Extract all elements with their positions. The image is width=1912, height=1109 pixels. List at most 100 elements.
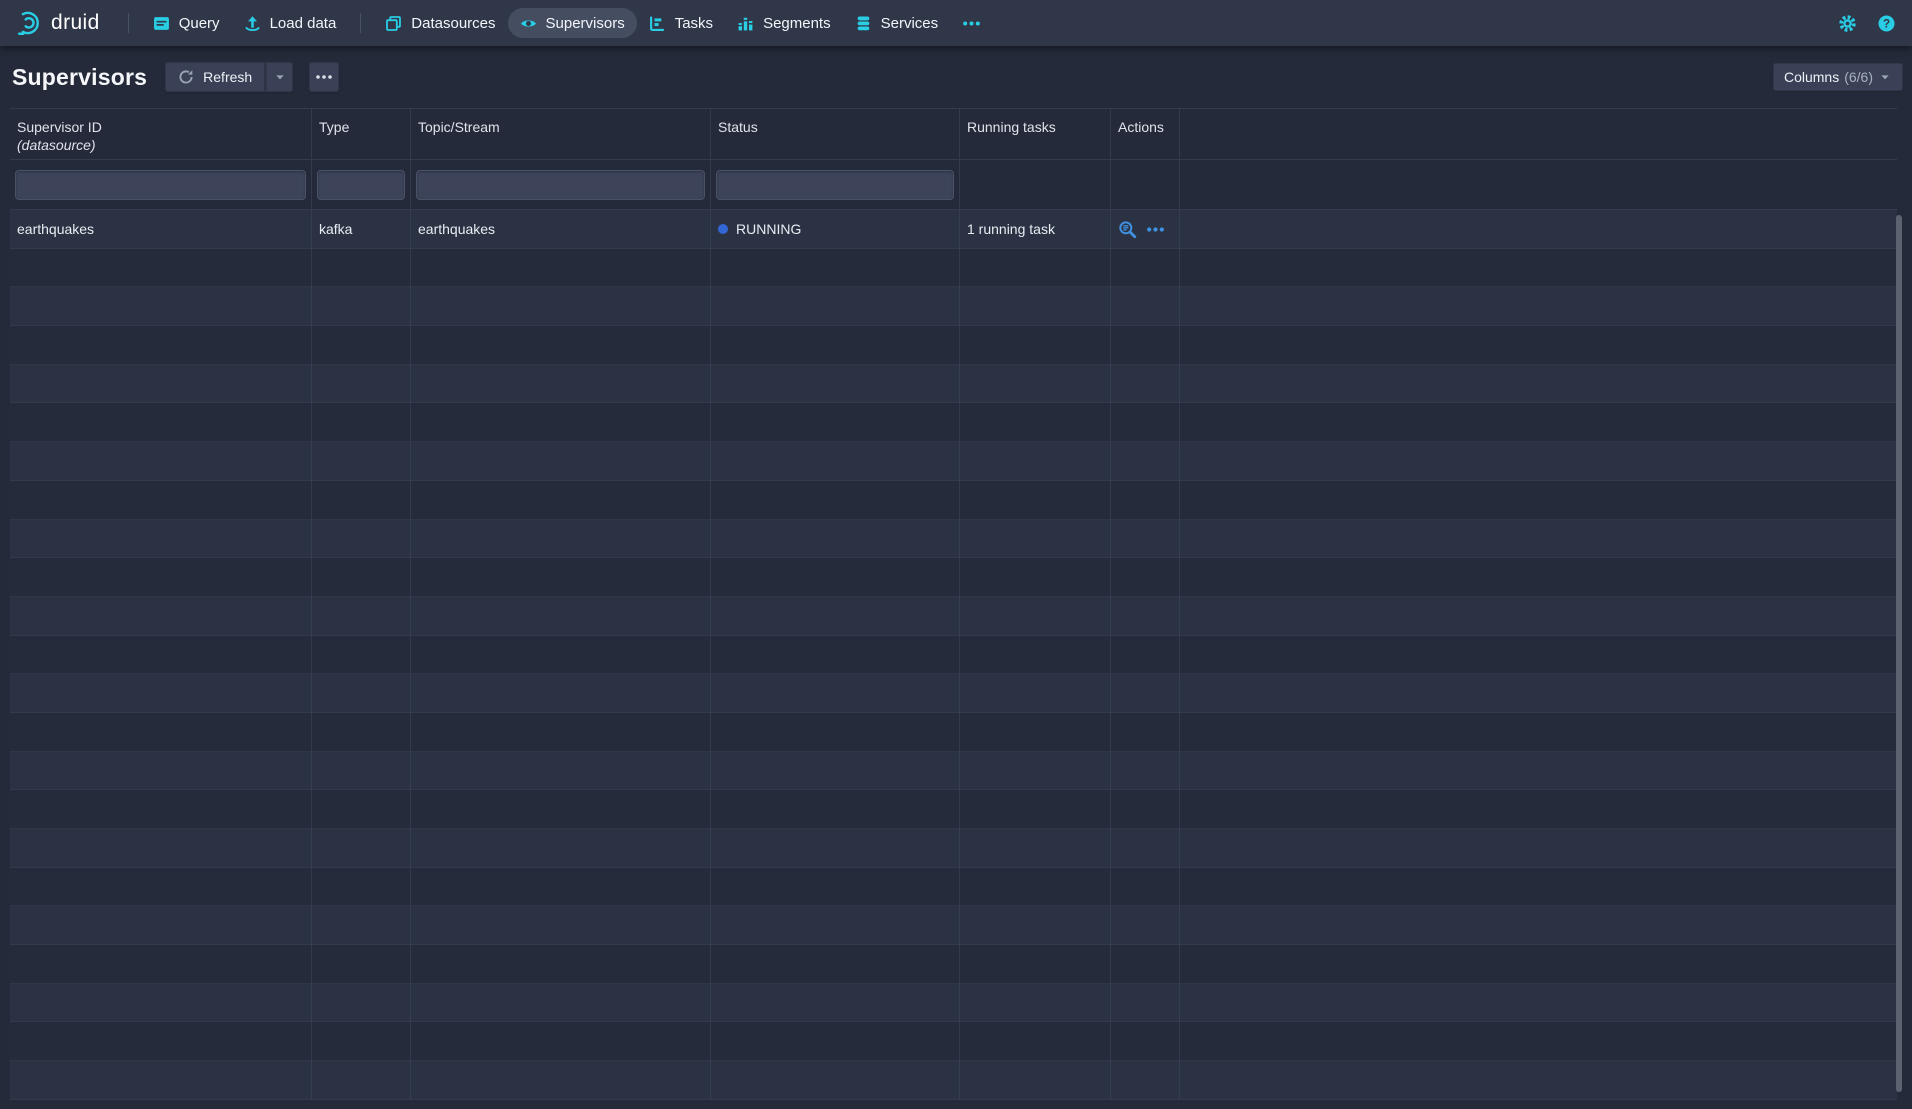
cell-topic-stream [410,984,710,1023]
druid-logo[interactable]: druid [14,9,100,37]
cell-actions [1110,790,1179,829]
column-header-type[interactable]: Type [311,109,410,159]
cell-supervisor-id [10,597,311,636]
refresh-interval-dropdown[interactable] [265,62,293,92]
table-row [10,790,1897,829]
cell-filler [1179,403,1897,442]
cell-supervisor-id[interactable]: earthquakes [10,210,311,249]
cell-filler [1179,287,1897,326]
column-header-sublabel: (datasource) [17,137,304,154]
cell-topic-stream [410,674,710,713]
nav-item-query[interactable]: Query [141,8,232,38]
top-nav: druid Query Load data Datasource [0,0,1912,46]
cell-topic-stream[interactable]: earthquakes [410,210,710,249]
column-header-topic-stream[interactable]: Topic/Stream [410,109,710,159]
cell-type [311,365,410,404]
cell-type[interactable]: kafka [311,210,410,249]
settings-button[interactable] [1838,14,1857,33]
nav-divider [128,13,129,33]
topic-stream-filter-input[interactable] [416,170,705,200]
cell-status [710,520,959,559]
cell-status [710,597,959,636]
cell-status [710,906,959,945]
nav-item-load-data[interactable]: Load data [232,8,349,38]
header-more-button[interactable] [309,62,339,92]
table-header-row: Supervisor ID (datasource) Type Topic/St… [10,108,1897,160]
table-row [10,984,1897,1023]
inspect-payload-icon[interactable] [1118,220,1137,239]
cell-topic-stream [410,906,710,945]
cell-status [710,1061,959,1100]
cell-filler [1179,829,1897,868]
cell-running-tasks [959,558,1110,597]
cell-supervisor-id [10,945,311,984]
cell-type [311,790,410,829]
cell-actions [1110,481,1179,520]
cell-type [311,752,410,791]
cell-filler [1179,520,1897,559]
column-header-supervisor-id[interactable]: Supervisor ID (datasource) [10,109,311,159]
cell-running-tasks [959,326,1110,365]
cell-topic-stream [410,249,710,288]
nav-item-tasks[interactable]: Tasks [637,8,725,38]
cell-filler [1179,1022,1897,1061]
vertical-scrollbar[interactable] [1896,215,1902,1092]
status-filter-input[interactable] [716,170,954,200]
cell-filler [1179,249,1897,288]
table-row [10,287,1897,326]
cell-status [710,945,959,984]
nav-item-segments[interactable]: Segments [725,8,843,38]
refresh-button[interactable]: Refresh [165,62,265,92]
cell-actions [1110,326,1179,365]
row-more-actions-icon[interactable] [1146,226,1165,233]
cell-type [311,597,410,636]
cell-running-tasks [959,984,1110,1023]
table-row [10,442,1897,481]
nav-item-datasources[interactable]: Datasources [373,8,507,38]
nav-item-label: Services [881,15,939,32]
help-icon: ? [1877,14,1896,33]
nav-more-button[interactable] [950,8,993,38]
table-row-earthquakes[interactable]: earthquakes kafka earthquakes RUNNING 1 … [10,210,1897,249]
filter-row [10,160,1897,210]
filter-cell [959,160,1110,210]
cell-supervisor-id [10,790,311,829]
nav-item-supervisors[interactable]: Supervisors [508,8,637,38]
cell-type [311,1061,410,1100]
type-filter-input[interactable] [317,170,405,200]
help-button[interactable]: ? [1877,14,1896,33]
nav-item-label: Query [179,15,220,32]
nav-item-label: Load data [270,15,337,32]
cell-running-tasks [959,442,1110,481]
column-header-running-tasks[interactable]: Running tasks [959,109,1110,159]
table-row [10,597,1897,636]
nav-item-services[interactable]: Services [843,8,951,38]
cell-type [311,403,410,442]
cell-filler [1179,481,1897,520]
cell-status [710,326,959,365]
cell-status [710,984,959,1023]
column-header-label: Running tasks [967,119,1103,136]
table-row [10,674,1897,713]
database-icon [855,15,872,32]
columns-button[interactable]: Columns (6/6) [1773,63,1903,91]
cell-status [710,674,959,713]
cell-topic-stream [410,287,710,326]
cell-supervisor-id [10,326,311,365]
cell-running-tasks [959,674,1110,713]
cell-status[interactable]: RUNNING [710,210,959,249]
filter-cell [10,160,311,210]
cell-actions [1110,597,1179,636]
nav-item-label: Supervisors [546,15,625,32]
cell-supervisor-id [10,442,311,481]
cell-running-tasks [959,1022,1110,1061]
cell-running-tasks[interactable]: 1 running task [959,210,1110,249]
column-header-actions[interactable]: Actions [1110,109,1179,159]
cell-supervisor-id [10,906,311,945]
column-header-status[interactable]: Status [710,109,959,159]
supervisor-id-filter-input[interactable] [15,170,306,200]
cell-supervisor-id [10,403,311,442]
columns-count: (6/6) [1844,69,1873,85]
cell-status [710,752,959,791]
cell-status [710,713,959,752]
